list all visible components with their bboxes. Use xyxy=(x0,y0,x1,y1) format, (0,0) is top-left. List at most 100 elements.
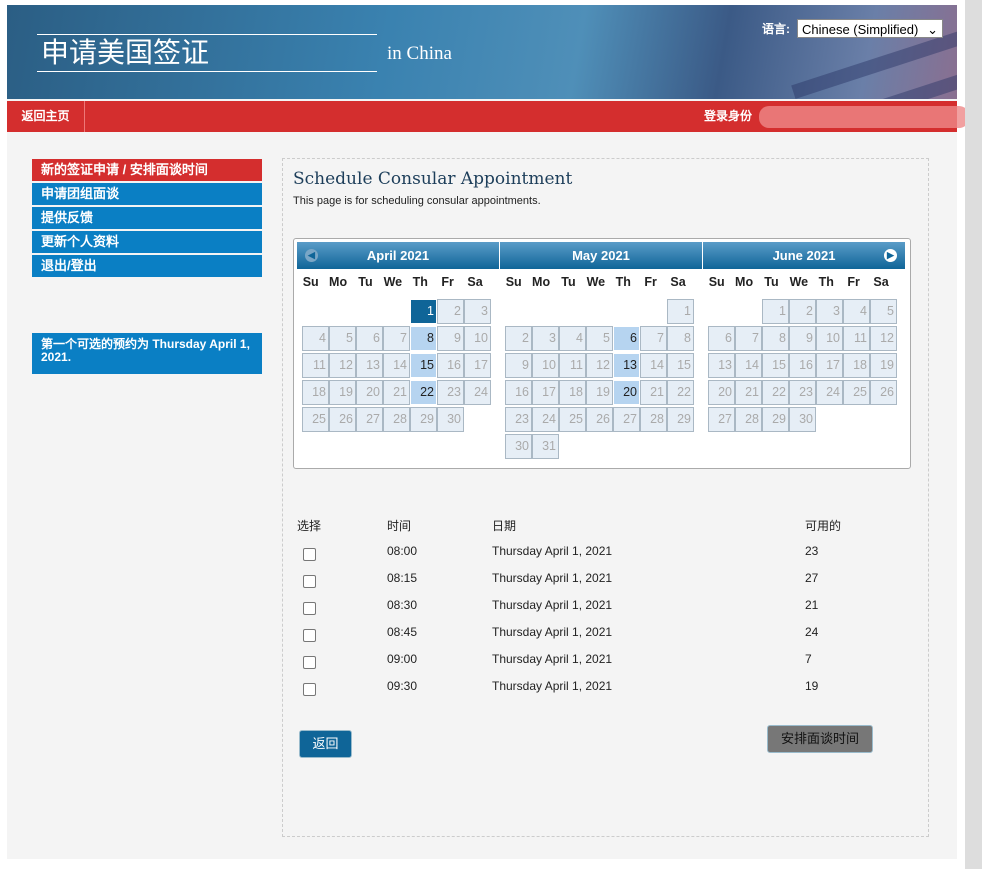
calendar-month: June 2021 ▶ Su Mo Tu We Th Fr Sa 1 2 3 4 5 6 7 8 9 10 11 12 1… xyxy=(703,242,905,432)
calendar-day: 12 xyxy=(586,353,613,378)
calendar-day: 18 xyxy=(302,380,329,405)
calendar-day: 16 xyxy=(789,353,816,378)
home-link[interactable]: 返回主页 xyxy=(7,101,85,132)
next-month-icon[interactable]: ▶ xyxy=(884,249,897,262)
calendar-day: 9 xyxy=(789,326,816,351)
weekday-label: Su xyxy=(505,275,522,289)
month-header: June 2021 ▶ xyxy=(703,242,905,269)
calendar-day: 14 xyxy=(383,353,410,378)
calendar-day: 6 xyxy=(356,326,383,351)
header-date: 日期 xyxy=(492,519,517,533)
scrollbar[interactable] xyxy=(965,0,982,869)
calendar-day[interactable]: 20 xyxy=(613,380,640,405)
calendar-day: 14 xyxy=(735,353,762,378)
calendar-day: 6 xyxy=(708,326,735,351)
weekday-row: Su Mo Tu We Th Fr Sa xyxy=(297,275,499,295)
weekday-label: We xyxy=(789,275,809,289)
header-select: 选择 xyxy=(297,519,322,533)
month-header: April 2021 ◀ xyxy=(297,242,499,269)
redacted-username xyxy=(759,106,969,128)
site-title: 申请美国签证 xyxy=(37,34,377,72)
calendar-day: 2 xyxy=(437,299,464,324)
calendar-day: 31 xyxy=(532,434,559,459)
sidebar-item-new-application[interactable]: 新的签证申请 / 安排面谈时间 xyxy=(32,159,262,181)
calendar-day[interactable]: 13 xyxy=(613,353,640,378)
calendar-day: 21 xyxy=(383,380,410,405)
table-row: 08:15 Thursday April 1, 2021 27 xyxy=(297,571,897,591)
weekday-label: Fr xyxy=(847,275,860,289)
month-label: April 2021 xyxy=(366,248,430,263)
time-cell: 08:30 xyxy=(387,598,418,612)
calendar-day: 29 xyxy=(410,407,437,432)
calendar-day: 25 xyxy=(302,407,329,432)
calendar-day: 7 xyxy=(383,326,410,351)
calendar-day: 13 xyxy=(708,353,735,378)
table-row: 08:00 Thursday April 1, 2021 23 xyxy=(297,544,897,564)
top-nav: 返回主页 登录身份 xyxy=(7,101,969,132)
weekday-label: Th xyxy=(412,275,428,289)
weekday-label: Tu xyxy=(561,275,576,289)
calendar-day: 25 xyxy=(843,380,870,405)
time-cell: 08:45 xyxy=(387,625,418,639)
time-cell: 09:30 xyxy=(387,679,418,693)
calendar-day: 28 xyxy=(735,407,762,432)
weekday-label: We xyxy=(586,275,606,289)
header-available: 可用的 xyxy=(805,519,842,533)
calendar-day: 4 xyxy=(843,299,870,324)
calendar-day: 3 xyxy=(816,299,843,324)
weekday-label: Th xyxy=(818,275,834,289)
calendar-day: 18 xyxy=(559,380,586,405)
sidebar-item-logout[interactable]: 退出/登出 xyxy=(32,255,262,277)
select-checkbox[interactable] xyxy=(303,629,316,642)
calendar-day: 20 xyxy=(708,380,735,405)
calendar-day: 15 xyxy=(667,353,694,378)
weekday-label: We xyxy=(383,275,403,289)
weekday-label: Mo xyxy=(329,275,348,289)
calendar-day: 7 xyxy=(640,326,667,351)
schedule-button[interactable]: 安排面谈时间 xyxy=(767,725,873,753)
sidebar-item-group[interactable]: 申请团组面谈 xyxy=(32,183,262,205)
calendar-day: 11 xyxy=(843,326,870,351)
language-label: 语言: xyxy=(762,22,790,36)
calendar-day: 17 xyxy=(532,380,559,405)
select-checkbox[interactable] xyxy=(303,602,316,615)
site-subtitle: in China xyxy=(387,43,452,64)
select-checkbox[interactable] xyxy=(303,656,316,669)
calendar-day[interactable]: 22 xyxy=(410,380,437,405)
calendar-day: 2 xyxy=(505,326,532,351)
back-button[interactable]: 返回 xyxy=(299,730,352,758)
calendar-day[interactable]: 1 xyxy=(410,299,437,324)
select-checkbox[interactable] xyxy=(303,683,316,696)
weekday-row: Su Mo Tu We Th Fr Sa xyxy=(500,275,702,295)
sidebar-item-feedback[interactable]: 提供反馈 xyxy=(32,207,262,229)
calendar-day: 28 xyxy=(383,407,410,432)
calendar-day: 21 xyxy=(640,380,667,405)
date-cell: Thursday April 1, 2021 xyxy=(492,598,613,612)
prev-month-icon[interactable]: ◀ xyxy=(305,249,318,262)
language-select[interactable]: Chinese (Simplified) ⌄ xyxy=(797,19,943,38)
calendar-day[interactable]: 15 xyxy=(410,353,437,378)
calendar-day: 26 xyxy=(586,407,613,432)
date-cell: Thursday April 1, 2021 xyxy=(492,679,613,693)
chevron-down-icon: ⌄ xyxy=(927,22,938,37)
select-checkbox[interactable] xyxy=(303,548,316,561)
sidebar-item-profile[interactable]: 更新个人资料 xyxy=(32,231,262,253)
calendar-day[interactable]: 6 xyxy=(613,326,640,351)
calendar-day: 12 xyxy=(870,326,897,351)
calendar-day[interactable]: 8 xyxy=(410,326,437,351)
calendar-day: 14 xyxy=(640,353,667,378)
header-time: 时间 xyxy=(387,519,412,533)
calendar-day: 3 xyxy=(532,326,559,351)
available-cell: 19 xyxy=(805,679,819,693)
calendar-day: 20 xyxy=(356,380,383,405)
calendar-day: 24 xyxy=(532,407,559,432)
select-checkbox[interactable] xyxy=(303,575,316,588)
calendar-day: 29 xyxy=(762,407,789,432)
weekday-label: Th xyxy=(615,275,631,289)
calendar-day: 16 xyxy=(505,380,532,405)
calendar-day: 13 xyxy=(356,353,383,378)
available-cell: 21 xyxy=(805,598,819,612)
page-title: Schedule Consular Appointment xyxy=(293,169,573,189)
calendar-day: 7 xyxy=(735,326,762,351)
calendar-day: 18 xyxy=(843,353,870,378)
